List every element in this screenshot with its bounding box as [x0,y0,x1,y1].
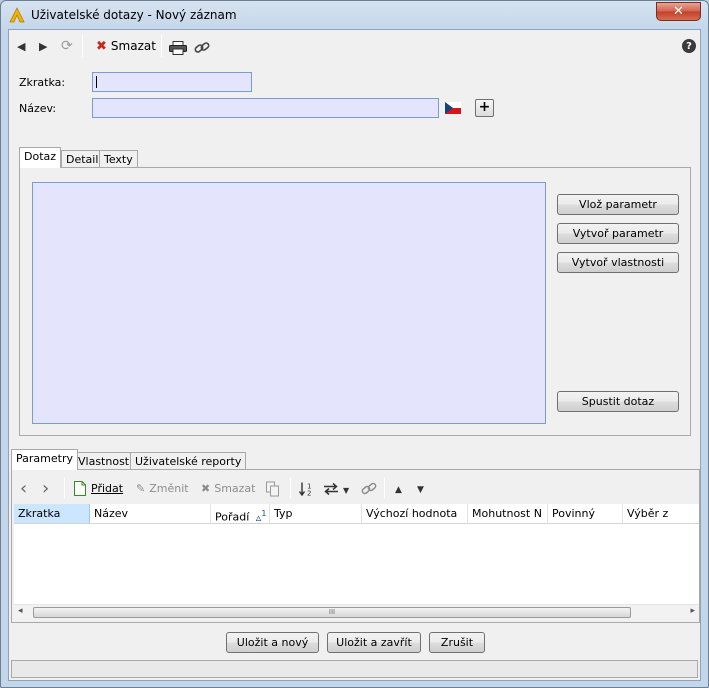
zkratka-input[interactable] [93,73,251,91]
grid-toolbar-separator [384,478,385,498]
czech-flag-icon[interactable] [445,102,461,114]
column-header-typ[interactable]: Typ [270,504,362,524]
nazev-field-box [92,98,439,118]
delete-button[interactable]: ✖ Smazat [96,37,156,55]
zkratka-label: Zkratka: [19,76,66,89]
add-parameter-button[interactable]: Přidat [74,479,123,497]
tab-parametry[interactable]: Parametry [11,449,78,470]
cancel-button[interactable]: Zrušit [429,632,485,653]
delete-x-icon: ✖ [201,481,211,495]
scroll-left-icon[interactable]: ◂ [18,606,23,616]
move-up-icon[interactable]: ▲ [395,481,402,499]
grid-next-icon[interactable]: › [42,478,49,499]
print-icon[interactable] [169,39,187,57]
status-bar [11,660,698,678]
swap-arrows-icon[interactable] [323,480,339,498]
grid-delete-label: Smazat [214,481,256,495]
column-header-nazev[interactable]: Název [90,504,211,524]
window-title: Uživatelské dotazy - Nový záznam [31,8,237,22]
text-caret [96,76,97,88]
tab-uzivatelske-reporty[interactable]: Uživatelské reporty [130,452,247,470]
column-header-povinny[interactable]: Povinný [548,504,623,524]
tab-texty[interactable]: Texty [99,150,138,168]
window-close-button[interactable]: ✕ [656,2,701,21]
vloz-parametr-button[interactable]: Vlož parametr [557,194,679,215]
app-logo-icon [9,7,25,23]
nazev-input[interactable] [93,99,438,117]
window-client: ◀ ▶ ⟳ ✖ Smazat ? Zkratka: Název: + Dotaz… [8,29,701,681]
sort-index: 1 [261,509,267,518]
column-header-poradi[interactable]: Pořadí ▵1 [211,504,270,524]
svg-text:2: 2 [307,490,311,498]
save-and-close-button[interactable]: Uložit a zavřít [327,632,421,653]
app-window: Uživatelské dotazy - Nový záznam ✕ ◀ ▶ ⟳… [0,0,709,688]
scroll-right-icon[interactable]: ▸ [690,606,695,616]
move-down-icon[interactable]: ▼ [417,481,424,499]
query-editor[interactable] [32,182,546,424]
nazev-label: Název: [19,102,57,115]
column-header-vychozi-hodnota[interactable]: Výchozí hodnota [362,504,468,524]
edit-parameter-button[interactable]: ✎ Změnit [136,479,189,497]
tab-detail[interactable]: Detail [61,150,104,168]
edit-label: Změnit [149,481,189,495]
parametry-tab-panel: ‹ › Přidat ✎ Změnit ✖ Smazat 1 2 ▼ ▲ ▼ Z… [11,469,700,623]
add-label: Přidat [91,481,124,495]
main-toolbar: ◀ ▶ ⟳ ✖ Smazat ? [9,30,700,60]
help-icon[interactable]: ? [682,39,696,53]
back-icon[interactable]: ◀ [17,37,25,55]
grid-toolbar-separator [64,478,65,498]
grid-header-row: Zkratka Název Pořadí ▵1 Typ Výchozí hodn… [14,504,699,524]
title-bar[interactable]: Uživatelské dotazy - Nový záznam ✕ [1,1,708,29]
tab-vlastnosti[interactable]: Vlastnosti [73,452,138,470]
pencil-icon: ✎ [136,481,146,495]
refresh-icon[interactable]: ⟳ [61,37,73,55]
vytvor-parametr-button[interactable]: Vytvoř parametr [557,223,679,244]
add-translation-button[interactable]: + [475,99,494,117]
delete-icon: ✖ [96,38,107,54]
link-icon[interactable] [194,39,210,57]
dotaz-tab-panel: Vlož parametr Vytvoř parametr Vytvoř vla… [19,167,691,436]
delete-parameter-button[interactable]: ✖ Smazat [201,479,256,497]
forward-icon[interactable]: ▶ [39,37,47,55]
grid-toolbar-separator [290,478,291,498]
column-header-zkratka[interactable]: Zkratka [14,504,90,524]
grid-link-icon[interactable] [361,480,377,498]
zkratka-field-box [92,72,252,92]
column-header-mohutnost[interactable]: Mohutnost N [468,504,548,524]
new-document-icon [74,480,86,496]
toolbar-separator [161,35,162,57]
copy-icon[interactable] [266,480,280,498]
column-header-vyber-z[interactable]: Výběr z [623,504,699,524]
sort-icon[interactable]: 1 2 [299,480,315,498]
swap-dropdown-icon[interactable]: ▼ [343,481,349,499]
horizontal-scrollbar[interactable]: ◂ III ▸ [14,604,699,619]
vytvor-vlastnosti-button[interactable]: Vytvoř vlastnosti [557,252,679,273]
column-label-poradi: Pořadí [215,510,250,524]
toolbar-separator [82,35,83,57]
spustit-dotaz-button[interactable]: Spustit dotaz [557,391,679,412]
tab-dotaz[interactable]: Dotaz [19,147,62,168]
save-and-new-button[interactable]: Uložit a nový [226,632,319,653]
scroll-thumb[interactable]: III [33,607,631,618]
delete-label: Smazat [110,39,156,53]
grid-prev-icon[interactable]: ‹ [20,478,27,499]
